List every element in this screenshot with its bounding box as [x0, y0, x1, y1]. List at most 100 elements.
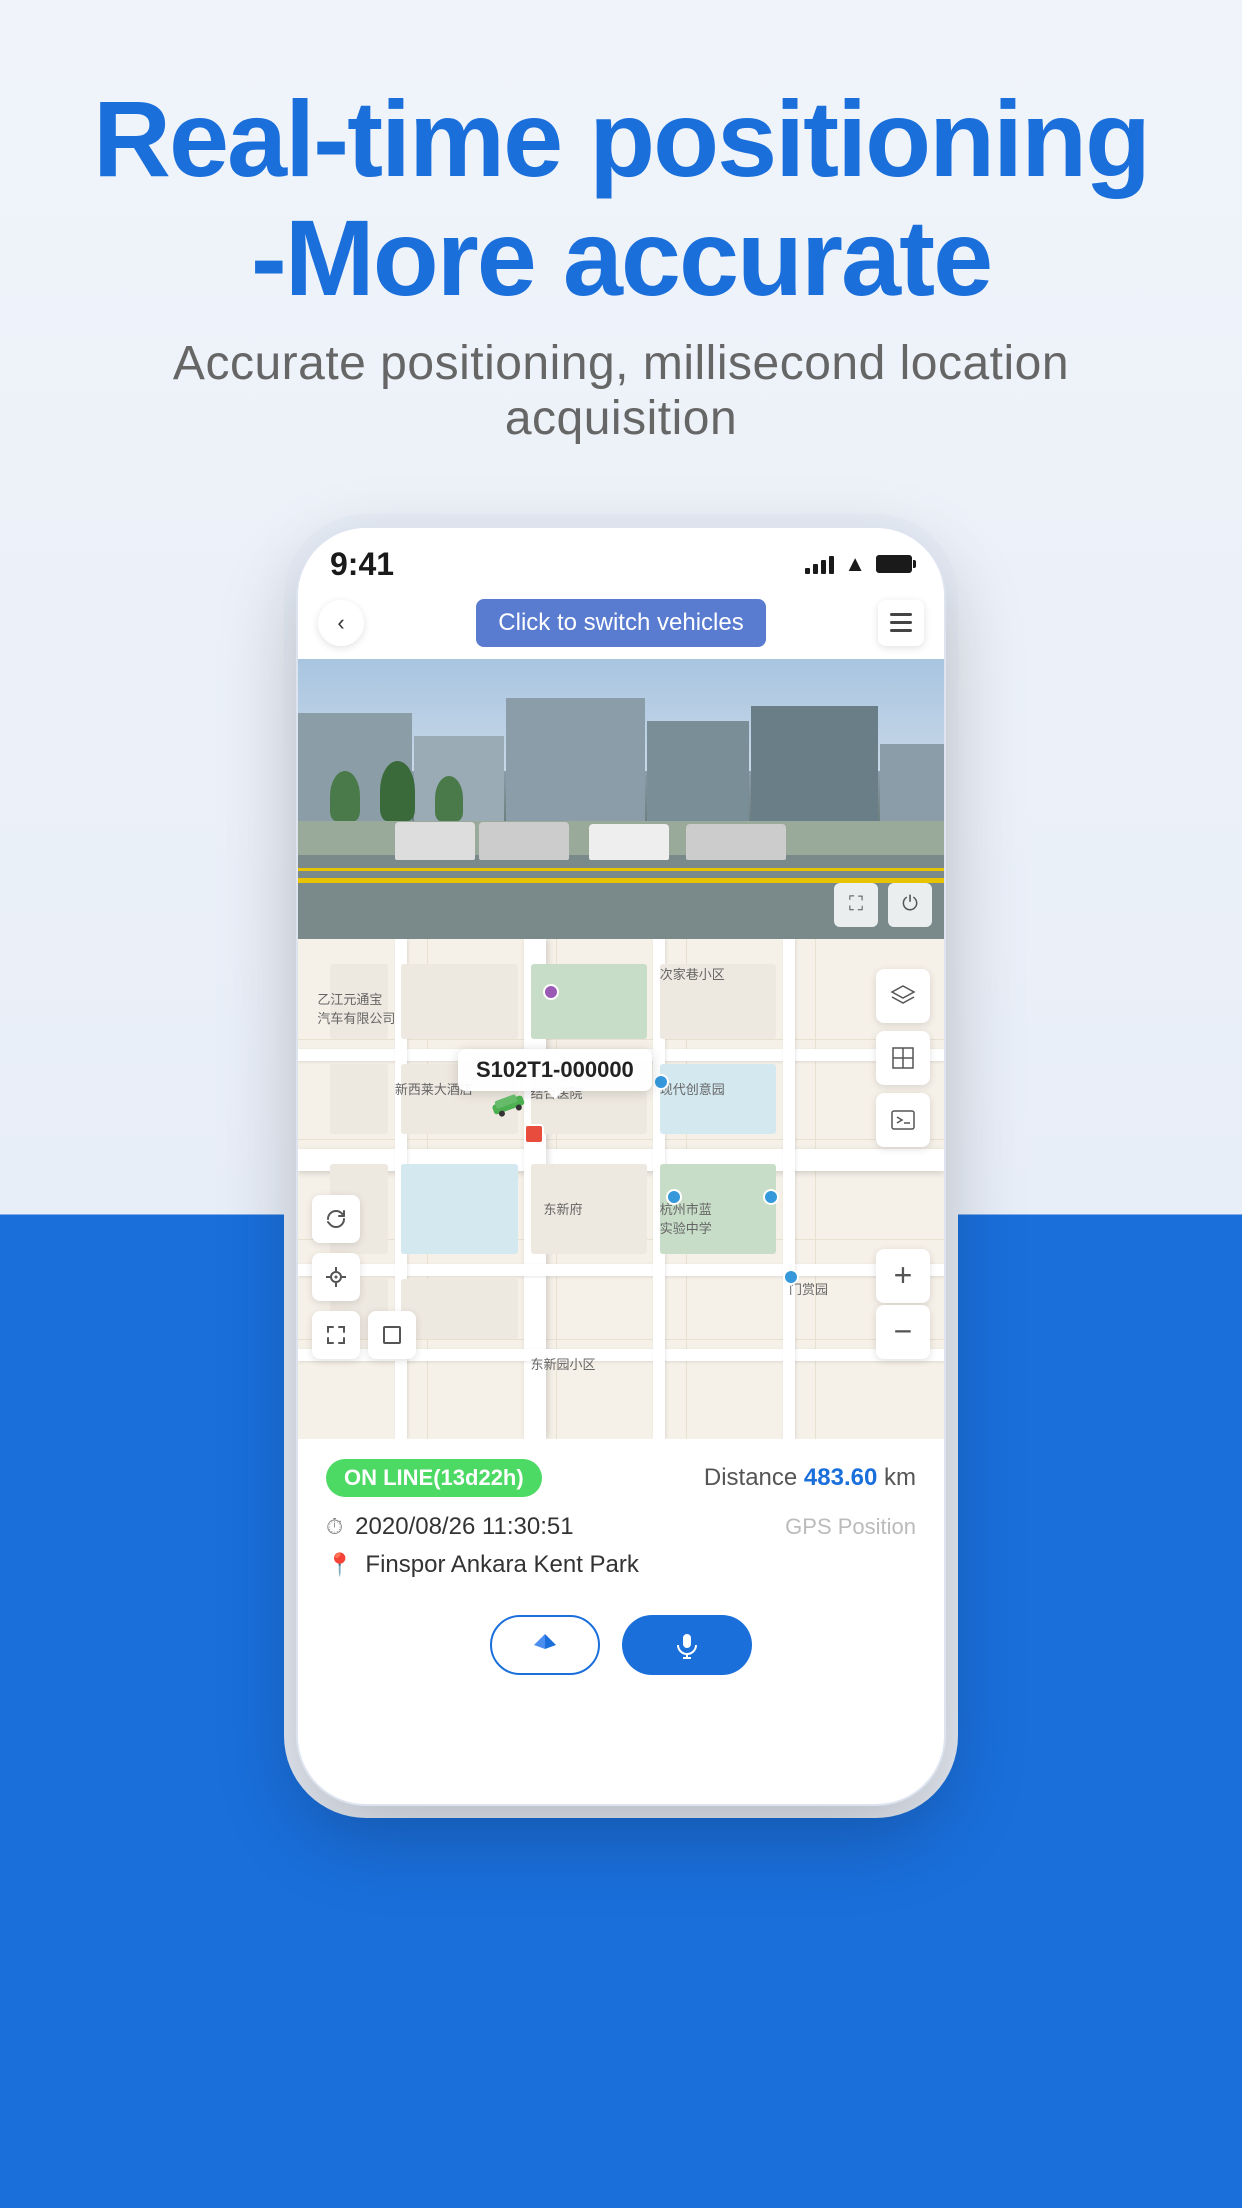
info-row-2: ⏱ 2020/08/26 11:30:51 GPS Position [326, 1513, 916, 1541]
title-line1: Real-time positioning [93, 78, 1149, 199]
microphone-button[interactable] [622, 1615, 752, 1675]
signal-bar-3 [821, 560, 826, 574]
tree-1 [330, 771, 360, 821]
block-6 [401, 1164, 517, 1254]
gps-label: GPS Position [785, 1514, 916, 1540]
road-v-3 [783, 939, 795, 1439]
title-line2: -More accurate [251, 197, 991, 318]
status-bar: 9:41 ▲ [298, 528, 944, 591]
tree-2 [380, 761, 415, 821]
back-arrow-icon: ‹ [337, 610, 344, 636]
parked-car-1 [395, 822, 475, 860]
vehicle-tooltip: S102T1-000000 [458, 1049, 652, 1091]
street-view-image: ⛶ ⏻ [298, 659, 944, 939]
switch-vehicles-button[interactable]: Click to switch vehicles [476, 599, 765, 647]
fence-icon [890, 1045, 916, 1071]
grid-v-4 [815, 939, 816, 1439]
status-time: 9:41 [330, 546, 394, 583]
parked-car-2 [479, 822, 569, 860]
terminal-icon [890, 1107, 916, 1133]
tree-3 [435, 776, 463, 821]
subtitle: Accurate positioning, millisecond locati… [60, 336, 1182, 446]
zoom-out-label: − [894, 1313, 913, 1350]
map-label-9: 次家巷小区 [660, 964, 725, 983]
refresh-button[interactable] [312, 1195, 360, 1243]
location-button[interactable] [312, 1253, 360, 1301]
trees-row [330, 761, 463, 821]
expand-left-button[interactable] [312, 1311, 360, 1359]
block-3 [330, 1064, 388, 1134]
power-button[interactable]: ⏻ [888, 883, 932, 927]
crosshair-icon [324, 1265, 348, 1289]
distance-unit: km [884, 1464, 916, 1491]
fence-button[interactable] [876, 1031, 930, 1085]
action-buttons [298, 1597, 944, 1705]
map-controls-left [312, 1195, 416, 1359]
poi-5 [783, 1269, 799, 1285]
signal-bar-2 [813, 564, 818, 574]
distance-display: Distance 483.60 km [704, 1464, 916, 1492]
building-3 [506, 698, 646, 821]
zoom-in-button[interactable]: + [876, 1249, 930, 1303]
parked-car-3 [589, 824, 669, 860]
header-section: Real-time positioning -More accurate Acc… [0, 0, 1242, 486]
main-title: Real-time positioning -More accurate [60, 80, 1182, 318]
nav-bar: ‹ Click to switch vehicles [298, 591, 944, 659]
expand-button[interactable]: ⛶ [834, 883, 878, 927]
navigate-icon [531, 1631, 559, 1659]
building-4 [647, 721, 749, 821]
parked-car-4 [686, 824, 786, 860]
map-area: 乙江元通宝汽车有限公司 新西莱大酒店 东新府 杭州市蓝实验中学 门赏园 东新园小… [298, 939, 944, 1439]
refresh-icon [324, 1207, 348, 1231]
zoom-in-label: + [894, 1257, 913, 1294]
map-label-4: 杭州市蓝实验中学 [660, 1199, 712, 1237]
status-icons: ▲ [805, 551, 912, 577]
navigate-button[interactable] [490, 1615, 600, 1675]
datetime-label: 2020/08/26 11:30:51 [355, 1513, 573, 1541]
poi-1 [543, 984, 559, 1000]
back-button[interactable]: ‹ [318, 600, 364, 646]
map-controls-right [876, 969, 930, 1147]
signal-bars-icon [805, 554, 834, 574]
distance-label: Distance [704, 1464, 797, 1491]
signal-bar-4 [829, 556, 834, 574]
signal-bar-1 [805, 568, 810, 574]
menu-line-3 [890, 629, 912, 632]
info-panel: ON LINE(13d22h) Distance 483.60 km ⏱ 202… [298, 1439, 944, 1597]
menu-button[interactable] [878, 600, 924, 646]
building-6 [880, 744, 944, 821]
map-label-3: 东新府 [543, 1199, 582, 1218]
clock-icon: ⏱ [326, 1514, 343, 1540]
online-badge: ON LINE(13d22h) [326, 1459, 542, 1497]
wifi-icon: ▲ [844, 551, 866, 577]
block-14 [660, 1064, 776, 1134]
expand-right-icon [381, 1324, 403, 1346]
vehicle-id-label: S102T1-000000 [476, 1057, 634, 1082]
phone-mockup: 9:41 ▲ ‹ Click to switch vehicles [296, 526, 946, 1806]
distance-value: 483.60 [804, 1464, 877, 1491]
poi-2 [653, 1074, 669, 1090]
location-pin-icon: 📍 [326, 1552, 353, 1578]
poi-4 [763, 1189, 779, 1205]
block-2 [401, 964, 517, 1039]
street-view-controls: ⛶ ⏻ [834, 883, 932, 927]
expand-left-icon [325, 1324, 347, 1346]
menu-line-2 [890, 621, 912, 624]
info-row-1: ON LINE(13d22h) Distance 483.60 km [326, 1459, 916, 1497]
layers-button[interactable] [876, 969, 930, 1023]
zoom-controls: + − [876, 1249, 930, 1359]
expand-right-button[interactable] [368, 1311, 416, 1359]
layers-icon [890, 983, 916, 1009]
map-label-6: 东新园小区 [531, 1354, 596, 1373]
map-label-1: 乙江元通宝汽车有限公司 [317, 989, 395, 1027]
microphone-icon [673, 1631, 701, 1659]
battery-icon [876, 555, 912, 573]
terminal-button[interactable] [876, 1093, 930, 1147]
zoom-out-button[interactable]: − [876, 1305, 930, 1359]
expand-buttons [312, 1311, 416, 1359]
road-line-2 [298, 868, 944, 871]
info-row-3: 📍 Finspor Ankara Kent Park [326, 1551, 916, 1579]
block-11 [531, 964, 647, 1039]
menu-line-1 [890, 613, 912, 616]
poi-3 [666, 1189, 682, 1205]
